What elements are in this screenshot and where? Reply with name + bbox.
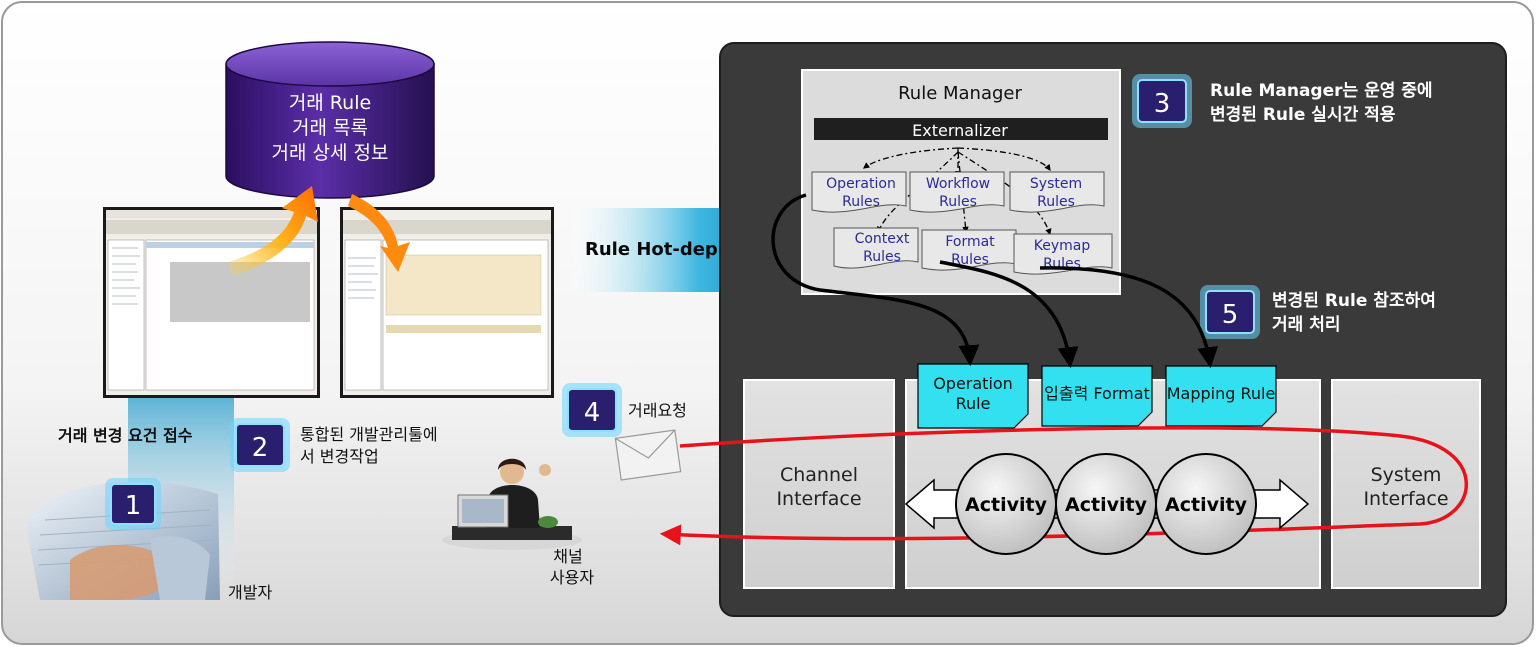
- badge-5-number: 5: [1222, 300, 1239, 330]
- rule-format-line1: Format: [945, 234, 995, 250]
- channel-user-line2: 사용자: [550, 568, 594, 587]
- step3-text-line1: Rule Manager는 운영 중에: [1210, 81, 1433, 101]
- badge-3-number: 3: [1154, 89, 1171, 119]
- step5-text-line2: 거래 처리: [1272, 315, 1340, 335]
- rule-context-line1: Context: [855, 231, 910, 247]
- channel-interface-line2: Interface: [776, 488, 861, 510]
- db-line1: 거래 Rule: [289, 92, 371, 114]
- rule-workflow-line2: Rules: [939, 194, 977, 210]
- note-mapping-line1: Mapping Rule: [1167, 384, 1276, 403]
- rule-workflow-line1: Workflow: [926, 176, 990, 192]
- note-format-line1: 입출력 Format: [1044, 384, 1150, 403]
- step5-text-line1: 변경된 Rule 참조하여: [1272, 290, 1436, 311]
- step2-text-line1: 통합된 개발관리툴에: [300, 425, 438, 444]
- request-received-label: 거래 변경 요건 접수: [58, 426, 193, 445]
- db-line2: 거래 목록: [292, 117, 368, 139]
- badge-1-number: 1: [125, 491, 142, 521]
- system-interface-line1: System: [1371, 464, 1442, 486]
- dev-tool-screenshot-2: [340, 207, 554, 398]
- rule-keymap-line1: Keymap: [1034, 238, 1091, 254]
- rule-operation-line2: Rules: [842, 194, 880, 210]
- developer-label: 개발자: [228, 583, 272, 602]
- externalizer-label: Externalizer: [912, 121, 1008, 140]
- activity-1-label: Activity: [965, 494, 1048, 516]
- system-interface-line2: Interface: [1363, 488, 1448, 510]
- badge-2-number: 2: [252, 433, 269, 463]
- rule-system-line1: System: [1030, 176, 1082, 192]
- architecture-diagram: 거래 Rule 거래 목록 거래 상세 정보 1 2 4 거래 변경 요건 접수…: [0, 0, 1536, 647]
- rule-manager-title: Rule Manager: [898, 83, 1022, 104]
- step2-text-line2: 서 변경작업: [300, 447, 379, 466]
- activity-3-label: Activity: [1165, 494, 1248, 516]
- activity-2-label: Activity: [1065, 494, 1148, 516]
- transaction-request-label: 거래요청: [628, 401, 687, 420]
- envelope-icon: [614, 429, 682, 481]
- note-operation-line2: Rule: [956, 394, 991, 413]
- rule-operation-line1: Operation: [826, 176, 896, 192]
- step3-text-line2: 변경된 Rule 실시간 적용: [1210, 105, 1396, 125]
- rule-system-line2: Rules: [1037, 194, 1075, 210]
- rule-context-line2: Rules: [863, 249, 901, 265]
- db-line3: 거래 상세 정보: [272, 142, 389, 164]
- channel-interface-line1: Channel: [780, 464, 858, 486]
- channel-user-line1: 채널: [553, 547, 582, 566]
- note-operation-line1: Operation: [933, 374, 1013, 393]
- diagram-canvas: 거래 Rule 거래 목록 거래 상세 정보 1 2 4 거래 변경 요건 접수…: [1, 1, 1534, 645]
- badge-4-number: 4: [584, 398, 601, 428]
